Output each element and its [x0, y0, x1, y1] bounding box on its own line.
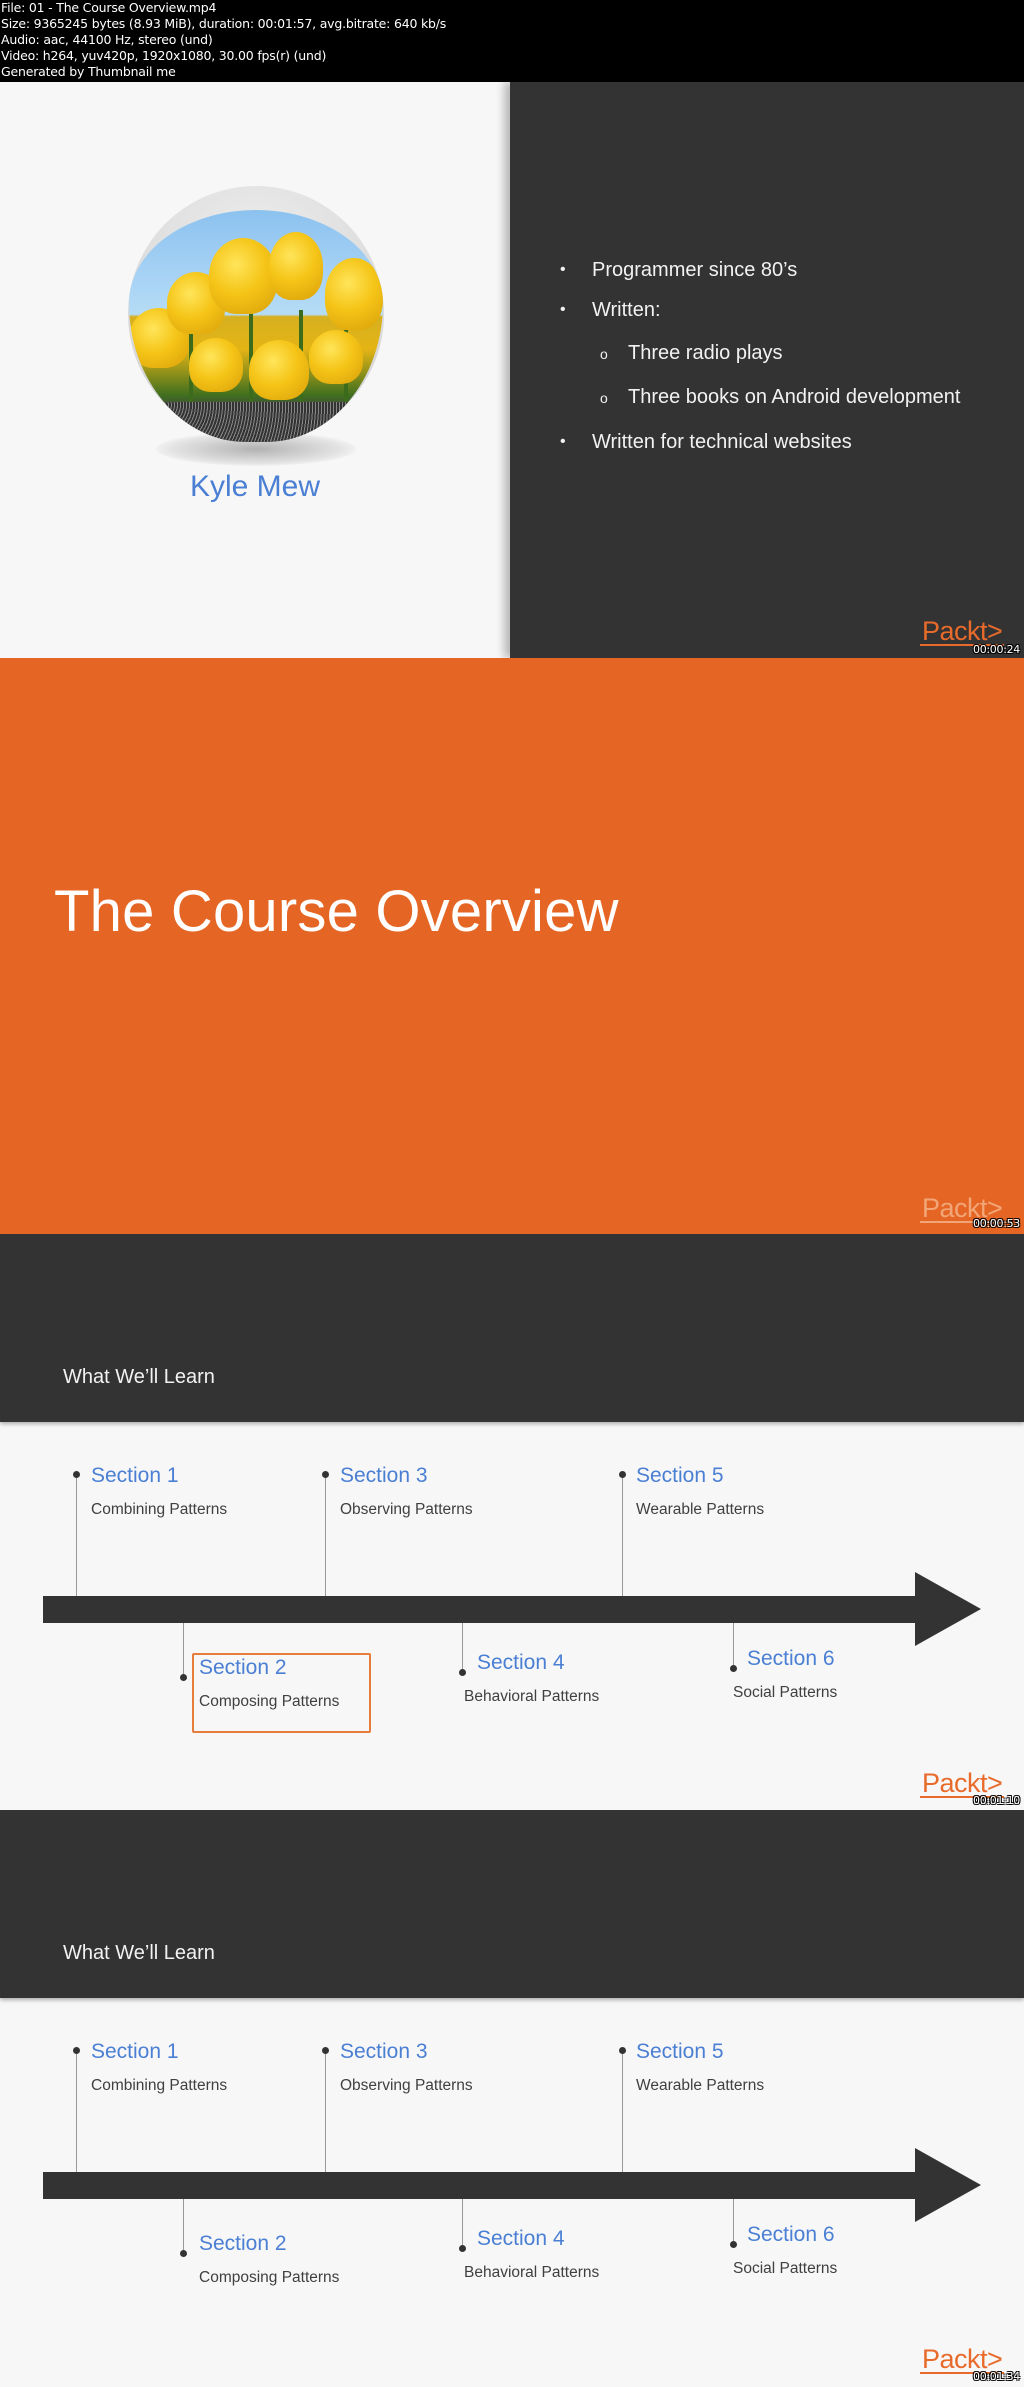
section-title: Section 6 [747, 1647, 835, 1670]
timestamp: 00:01:10 [973, 1794, 1021, 1807]
author-name: Kyle Mew [189, 470, 321, 503]
tulip [249, 340, 309, 400]
pin-icon [322, 1471, 329, 1478]
section-subtitle: Observing Patterns [340, 1501, 473, 1518]
arrow-right-icon [915, 1572, 981, 1646]
file-info-line: Video: h264, yuv420p, 1920x1080, 30.00 f… [1, 48, 327, 63]
file-info-line: Size: 9365245 bytes (8.93 MiB), duration… [1, 16, 447, 31]
pin-icon [619, 2047, 626, 2054]
connector-line [733, 1623, 734, 1667]
sections-timeline: Section 1 Combining Patterns Section 3 O… [0, 1998, 1024, 2386]
section-title: Section 5 [636, 1464, 724, 1487]
slide-author-thumbnail: Kyle Mew • Programmer since 80’s • Writt… [0, 82, 1024, 658]
connector-line [325, 1474, 326, 1596]
arrow-right-icon [915, 2148, 981, 2222]
slide-what-we-learn-thumbnail: What We’ll Learn Section 1 Combining Pat… [0, 1810, 1024, 2387]
connector-line [622, 2050, 623, 2172]
slide-header: What We’ll Learn [0, 1810, 1024, 1998]
section-title: Section 2 [199, 2232, 287, 2255]
bullet-icon: • [560, 301, 566, 318]
timestamp: 00:01:34 [973, 2370, 1021, 2383]
section-title: Section 6 [747, 2223, 835, 2246]
section-title: Section 1 [91, 1464, 179, 1487]
section-subtitle: Behavioral Patterns [464, 2264, 600, 2281]
section-subtitle: Composing Patterns [199, 2269, 340, 2286]
timestamp: 00:00:24 [973, 643, 1021, 656]
section-title: Section 4 [477, 2227, 565, 2250]
packt-logo: Packt> [920, 616, 1005, 646]
tulip [209, 238, 277, 314]
section-subtitle: Combining Patterns [91, 1501, 228, 1518]
pin-icon [459, 2245, 466, 2252]
pin-icon [459, 1669, 466, 1676]
connector-line [622, 1474, 623, 1596]
tulip [269, 232, 323, 300]
connector-line [76, 2050, 77, 2172]
section-subtitle: Composing Patterns [199, 1693, 340, 1710]
pin-icon [730, 1665, 737, 1672]
connector-line [325, 2050, 326, 2172]
bullet-icon: • [560, 261, 566, 278]
section-title: Section 3 [340, 1464, 428, 1487]
section-subtitle: Wearable Patterns [636, 2077, 765, 2094]
tulip [309, 330, 363, 384]
connector-line [462, 1623, 463, 1671]
timeline-arrow-bar [43, 2172, 917, 2199]
file-info-line: Generated by Thumbnail me [1, 64, 176, 79]
bullet-icon: • [560, 433, 566, 450]
section-subtitle: Social Patterns [733, 1684, 838, 1701]
slide-what-we-learn-thumbnail: What We’ll Learn Section 1 Combining Pat… [0, 1234, 1024, 1810]
section-subtitle: Wearable Patterns [636, 1501, 765, 1518]
slide-title: What We’ll Learn [63, 1366, 215, 1388]
slide-title: What We’ll Learn [63, 1942, 215, 1964]
pin-icon [73, 1471, 80, 1478]
timestamp: 00:00:53 [973, 1217, 1021, 1230]
section-subtitle: Observing Patterns [340, 2077, 473, 2094]
file-info-header: File: 01 - The Course Overview.mp4 Size:… [0, 0, 1024, 82]
pin-icon [180, 2250, 187, 2257]
sections-timeline: Section 1 Combining Patterns Section 3 O… [0, 1422, 1024, 1810]
slide-title-thumbnail: The Course Overview Packt> 00:00:53 [0, 658, 1024, 1234]
pin-icon [322, 2047, 329, 2054]
file-info-line: File: 01 - The Course Overview.mp4 [1, 0, 217, 15]
section-subtitle: Social Patterns [733, 2260, 838, 2277]
tulip [325, 258, 383, 330]
tulip [189, 338, 243, 392]
section-subtitle: Combining Patterns [91, 2077, 228, 2094]
section-title: Section 1 [91, 2040, 179, 2063]
section-title: Section 3 [340, 2040, 428, 2063]
pin-icon [619, 1471, 626, 1478]
section-title: Section 2 [199, 1656, 287, 1679]
pin-icon [730, 2241, 737, 2248]
author-avatar [128, 186, 384, 466]
circle-bullet-icon: o [600, 346, 608, 362]
circle-bullet-icon: o [600, 390, 608, 406]
section-title: Section 5 [636, 2040, 724, 2063]
connector-line [183, 1623, 184, 1678]
pin-icon [73, 2047, 80, 2054]
connector-line [76, 1474, 77, 1596]
bio-panel [510, 82, 1024, 658]
section-subtitle: Behavioral Patterns [464, 1688, 600, 1705]
connector-line [462, 2199, 463, 2247]
file-info-line: Audio: aac, 44100 Hz, stereo (und) [1, 32, 213, 47]
author-panel: Kyle Mew [0, 82, 510, 658]
connector-line [183, 2199, 184, 2254]
timeline-arrow-bar [43, 1596, 917, 1623]
slide-title: The Course Overview [54, 879, 619, 944]
slide-header: What We’ll Learn [0, 1234, 1024, 1422]
tulips-photo-icon [129, 210, 383, 442]
section-title: Section 4 [477, 1651, 565, 1674]
pin-icon [180, 1674, 187, 1681]
connector-line [733, 2199, 734, 2243]
